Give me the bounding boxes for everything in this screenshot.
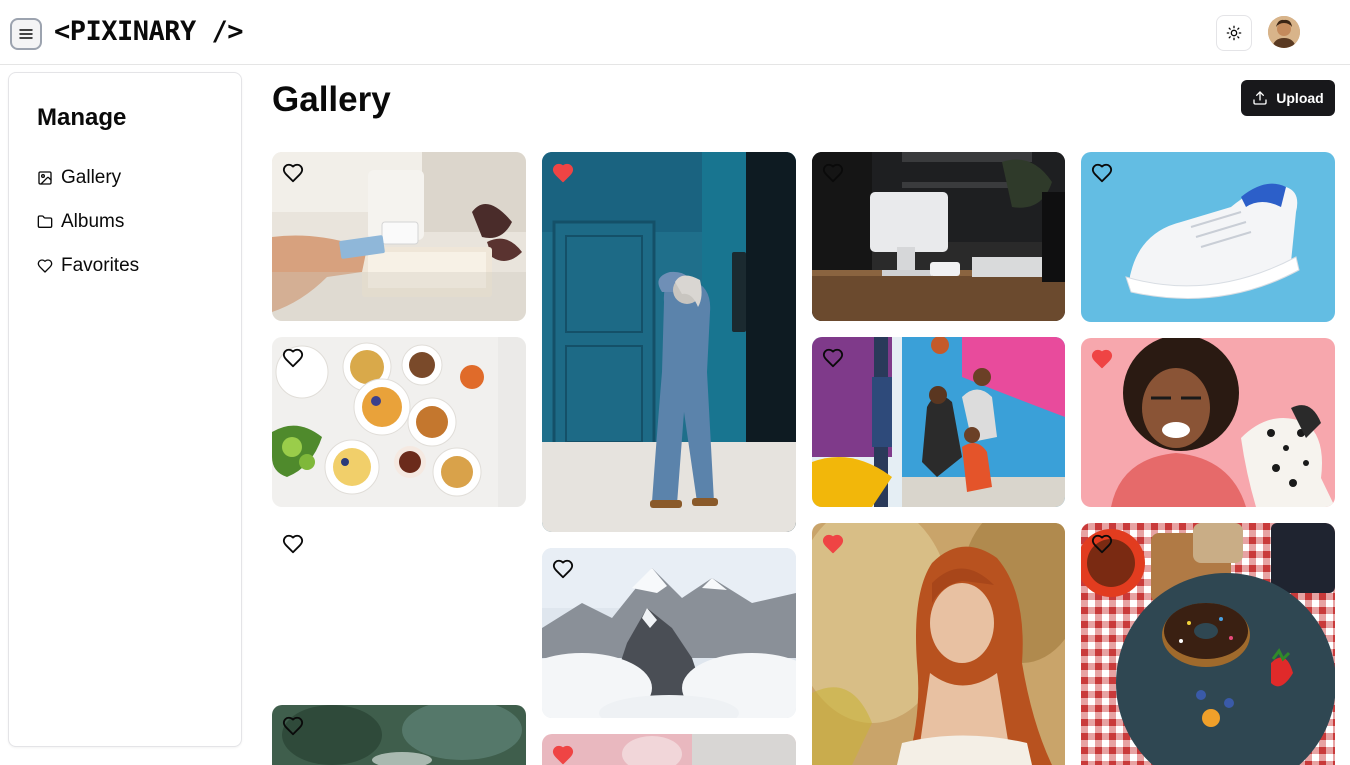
upload-label: Upload <box>1276 90 1324 106</box>
photo-card[interactable] <box>812 337 1065 507</box>
photo-card-pos-counter <box>812 152 1065 321</box>
favorite-heart-icon[interactable] <box>282 347 304 369</box>
favorite-heart-icon[interactable] <box>282 715 304 737</box>
sidebar-item-label: Albums <box>61 211 125 232</box>
photo-card-plant <box>272 705 526 765</box>
app-logo[interactable]: <PIXINARY /> <box>54 16 244 47</box>
favorite-heart-icon[interactable] <box>1091 533 1113 555</box>
favorite-heart-icon[interactable] <box>552 558 574 580</box>
menu-icon <box>19 29 33 39</box>
sidebar-toggle-button[interactable] <box>10 18 42 50</box>
photo-card-empty[interactable] <box>272 523 526 689</box>
image-icon <box>38 171 52 185</box>
photo-card-woman-dalmatian <box>1081 338 1335 507</box>
photo-card-breakfast <box>272 337 526 507</box>
sidebar-item-label: Gallery <box>61 167 122 188</box>
photo-card-pink <box>542 734 796 765</box>
sidebar-title: Manage <box>37 104 127 131</box>
favorite-heart-icon[interactable] <box>822 533 844 555</box>
photo-card[interactable] <box>272 705 526 765</box>
top-bar: <PIXINARY /> <box>0 0 1350 65</box>
photo-card[interactable] <box>1081 338 1335 507</box>
photo-card[interactable] <box>1081 152 1335 322</box>
favorite-heart-icon[interactable] <box>822 162 844 184</box>
page-title: Gallery <box>272 80 391 119</box>
sidebar-item-label: Favorites <box>61 255 140 276</box>
photo-card-basketball <box>812 337 1065 507</box>
photo-card[interactable] <box>812 152 1065 321</box>
photo-card-terminal <box>272 152 526 321</box>
photo-card[interactable] <box>272 152 526 321</box>
photo-card[interactable] <box>812 523 1065 765</box>
favorite-heart-icon[interactable] <box>822 347 844 369</box>
favorite-heart-icon[interactable] <box>282 162 304 184</box>
folder-icon <box>37 215 53 228</box>
sidebar-item-gallery[interactable]: Gallery <box>37 164 121 192</box>
photo-card[interactable] <box>272 337 526 507</box>
sidebar-item-albums[interactable]: Albums <box>37 208 124 236</box>
heart-icon <box>37 259 53 273</box>
favorite-heart-icon[interactable] <box>552 744 574 765</box>
sun-icon <box>1226 25 1242 41</box>
sidebar: Manage Gallery Albums Favorites <box>8 72 242 747</box>
upload-icon <box>1253 91 1267 105</box>
photo-card-mountain <box>542 548 796 718</box>
photo-card[interactable] <box>542 734 796 765</box>
theme-toggle-button[interactable] <box>1216 15 1252 51</box>
photo-card-donut <box>1081 523 1335 765</box>
photo-card-portrait <box>812 523 1065 765</box>
favorite-heart-icon[interactable] <box>1091 162 1113 184</box>
favorite-heart-icon[interactable] <box>552 162 574 184</box>
photo-card[interactable] <box>542 152 796 532</box>
upload-button[interactable]: Upload <box>1241 80 1335 116</box>
photo-card-blue-door <box>542 152 796 532</box>
favorite-heart-icon[interactable] <box>282 533 304 555</box>
photo-card-sneaker <box>1081 152 1335 322</box>
user-avatar[interactable] <box>1268 16 1300 48</box>
favorite-heart-icon[interactable] <box>1091 348 1113 370</box>
photo-card[interactable] <box>542 548 796 718</box>
photo-card[interactable] <box>1081 523 1335 765</box>
sidebar-item-favorites[interactable]: Favorites <box>37 252 139 280</box>
